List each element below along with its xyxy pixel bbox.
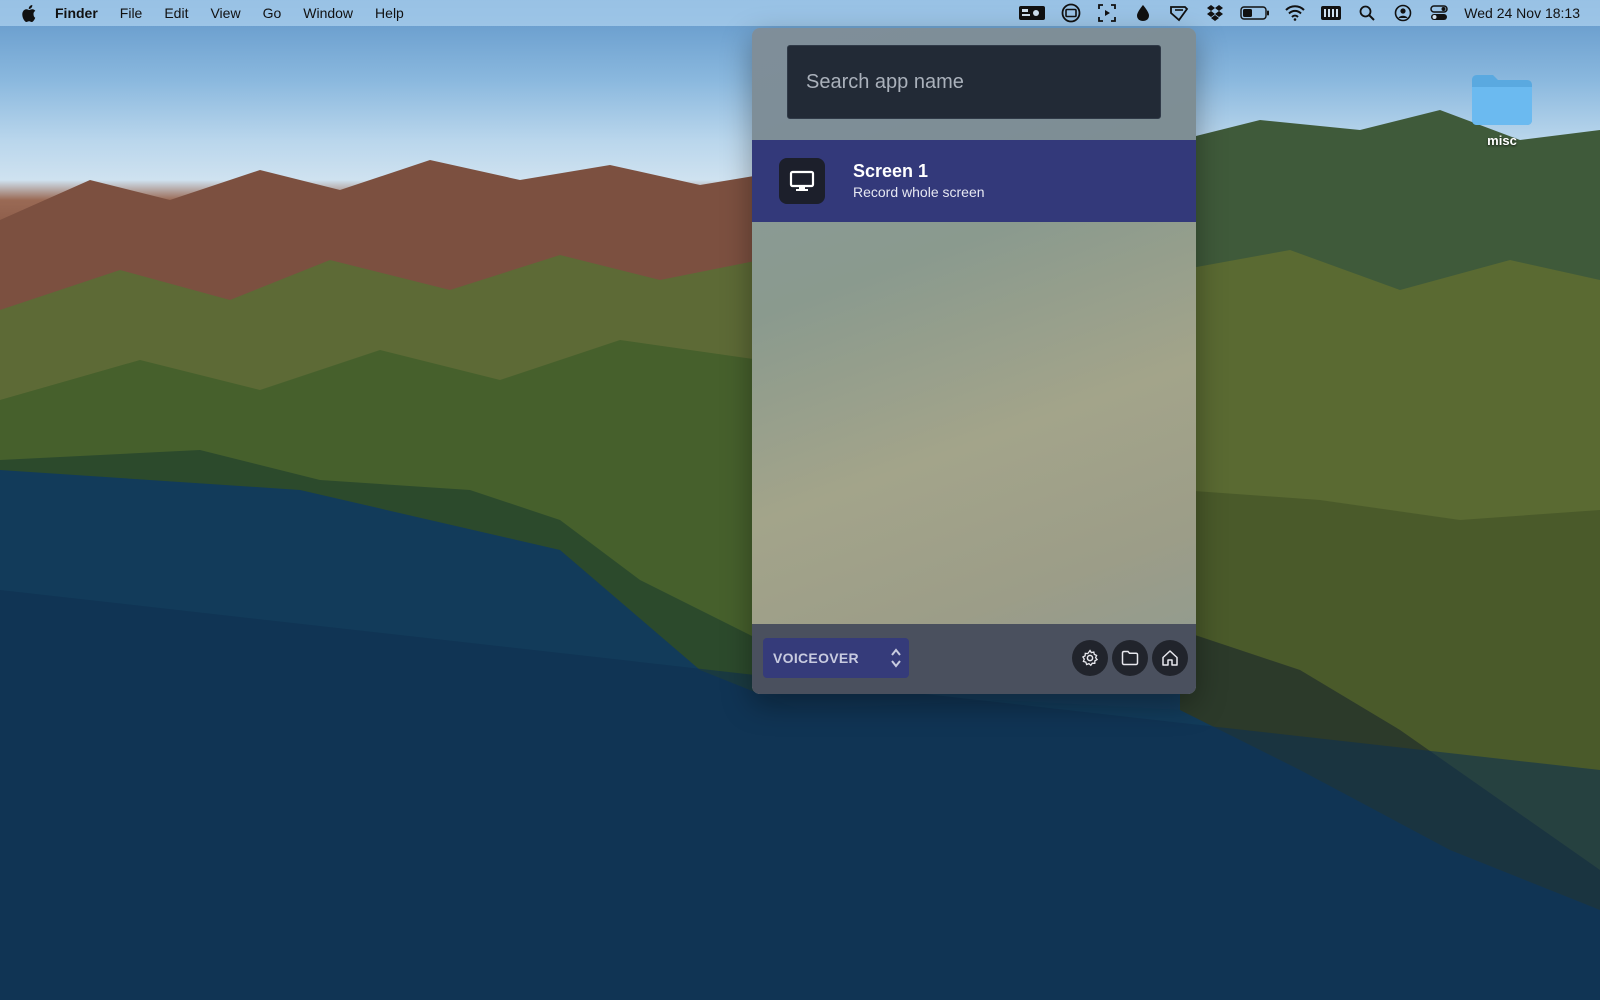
- folder-icon: [1121, 650, 1139, 666]
- battery-icon[interactable]: [1240, 3, 1270, 23]
- menu-view[interactable]: View: [210, 5, 240, 21]
- menu-bar: Finder File Edit View Go Window Help Wed…: [0, 0, 1600, 26]
- search-area: [752, 28, 1196, 140]
- search-input[interactable]: [787, 45, 1161, 119]
- panel-footer: VOICEOVER: [752, 624, 1196, 694]
- menu-file[interactable]: File: [120, 5, 143, 21]
- user-icon[interactable]: [1392, 3, 1414, 23]
- monitor-icon: [779, 158, 825, 204]
- source-item-screen-1[interactable]: Screen 1 Record whole screen: [752, 140, 1196, 222]
- desktop-folder-misc[interactable]: misc: [1466, 72, 1538, 164]
- menubar-clock[interactable]: Wed 24 Nov 18:13: [1464, 5, 1580, 21]
- mode-select[interactable]: VOICEOVER: [763, 638, 909, 678]
- folder-icon: [1472, 75, 1532, 125]
- drop-icon[interactable]: [1132, 3, 1154, 23]
- recorder-icon[interactable]: [1018, 3, 1046, 23]
- home-button[interactable]: [1152, 640, 1188, 676]
- dropbox-icon[interactable]: [1204, 3, 1226, 23]
- recorder-panel: Screen 1 Record whole screen VOICEOVER: [752, 28, 1196, 694]
- chevron-updown-icon: [891, 648, 901, 668]
- settings-icon: [1081, 649, 1099, 667]
- menu-app-name[interactable]: Finder: [55, 5, 98, 21]
- menu-window[interactable]: Window: [303, 5, 353, 21]
- wifi-icon[interactable]: [1284, 3, 1306, 23]
- source-subtitle: Record whole screen: [853, 184, 985, 200]
- search-icon[interactable]: [1356, 3, 1378, 23]
- apple-menu-icon[interactable]: [21, 4, 37, 22]
- settings-button[interactable]: [1072, 640, 1108, 676]
- menu-edit[interactable]: Edit: [164, 5, 188, 21]
- menu-help[interactable]: Help: [375, 5, 404, 21]
- control-center-icon[interactable]: [1428, 3, 1450, 23]
- open-folder-button[interactable]: [1112, 640, 1148, 676]
- keyboard-icon[interactable]: [1320, 3, 1342, 23]
- mode-select-value: VOICEOVER: [773, 650, 859, 666]
- screen-share-icon[interactable]: [1060, 3, 1082, 23]
- folder-label: misc: [1487, 133, 1517, 148]
- tag-icon[interactable]: [1168, 3, 1190, 23]
- source-title: Screen 1: [853, 161, 929, 181]
- home-icon: [1162, 650, 1178, 666]
- menu-go[interactable]: Go: [263, 5, 282, 21]
- screenshot-icon[interactable]: [1096, 3, 1118, 23]
